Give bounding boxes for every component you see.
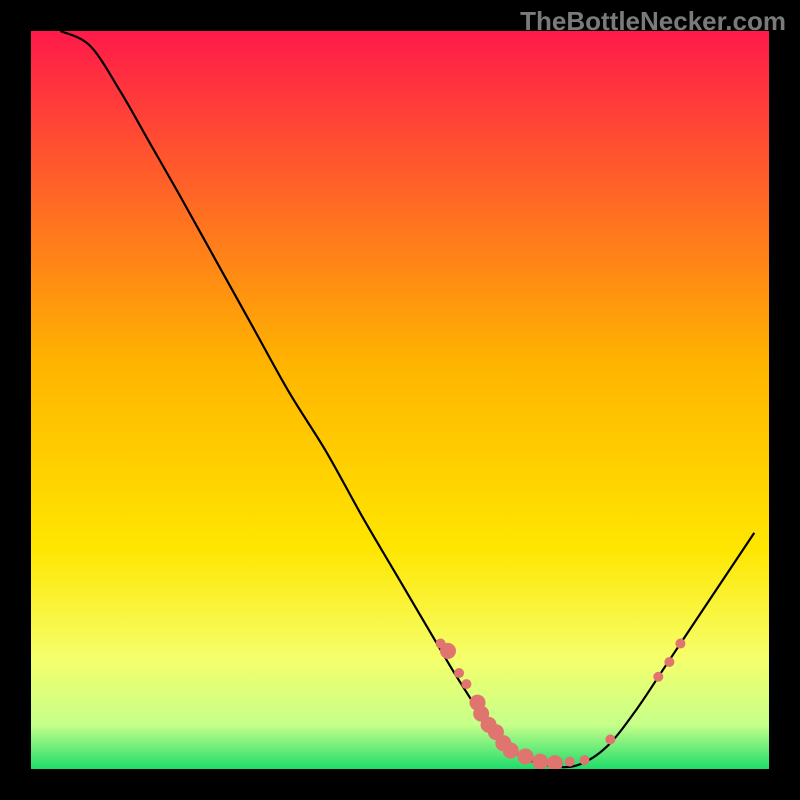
curve-marker <box>454 668 464 678</box>
curve-marker <box>503 743 519 759</box>
curve-marker <box>664 657 674 667</box>
curve-marker <box>532 754 548 769</box>
chart-area <box>31 31 769 769</box>
bottleneck-chart <box>31 31 769 769</box>
curve-marker <box>605 734 615 744</box>
watermark-label: TheBottleNecker.com <box>520 6 786 37</box>
curve-marker <box>440 643 456 659</box>
curve-marker <box>653 672 663 682</box>
curve-marker <box>517 748 533 764</box>
gradient-background <box>31 31 769 769</box>
curve-marker <box>461 679 471 689</box>
curve-marker <box>580 755 590 765</box>
curve-marker <box>565 757 575 767</box>
curve-marker <box>675 639 685 649</box>
